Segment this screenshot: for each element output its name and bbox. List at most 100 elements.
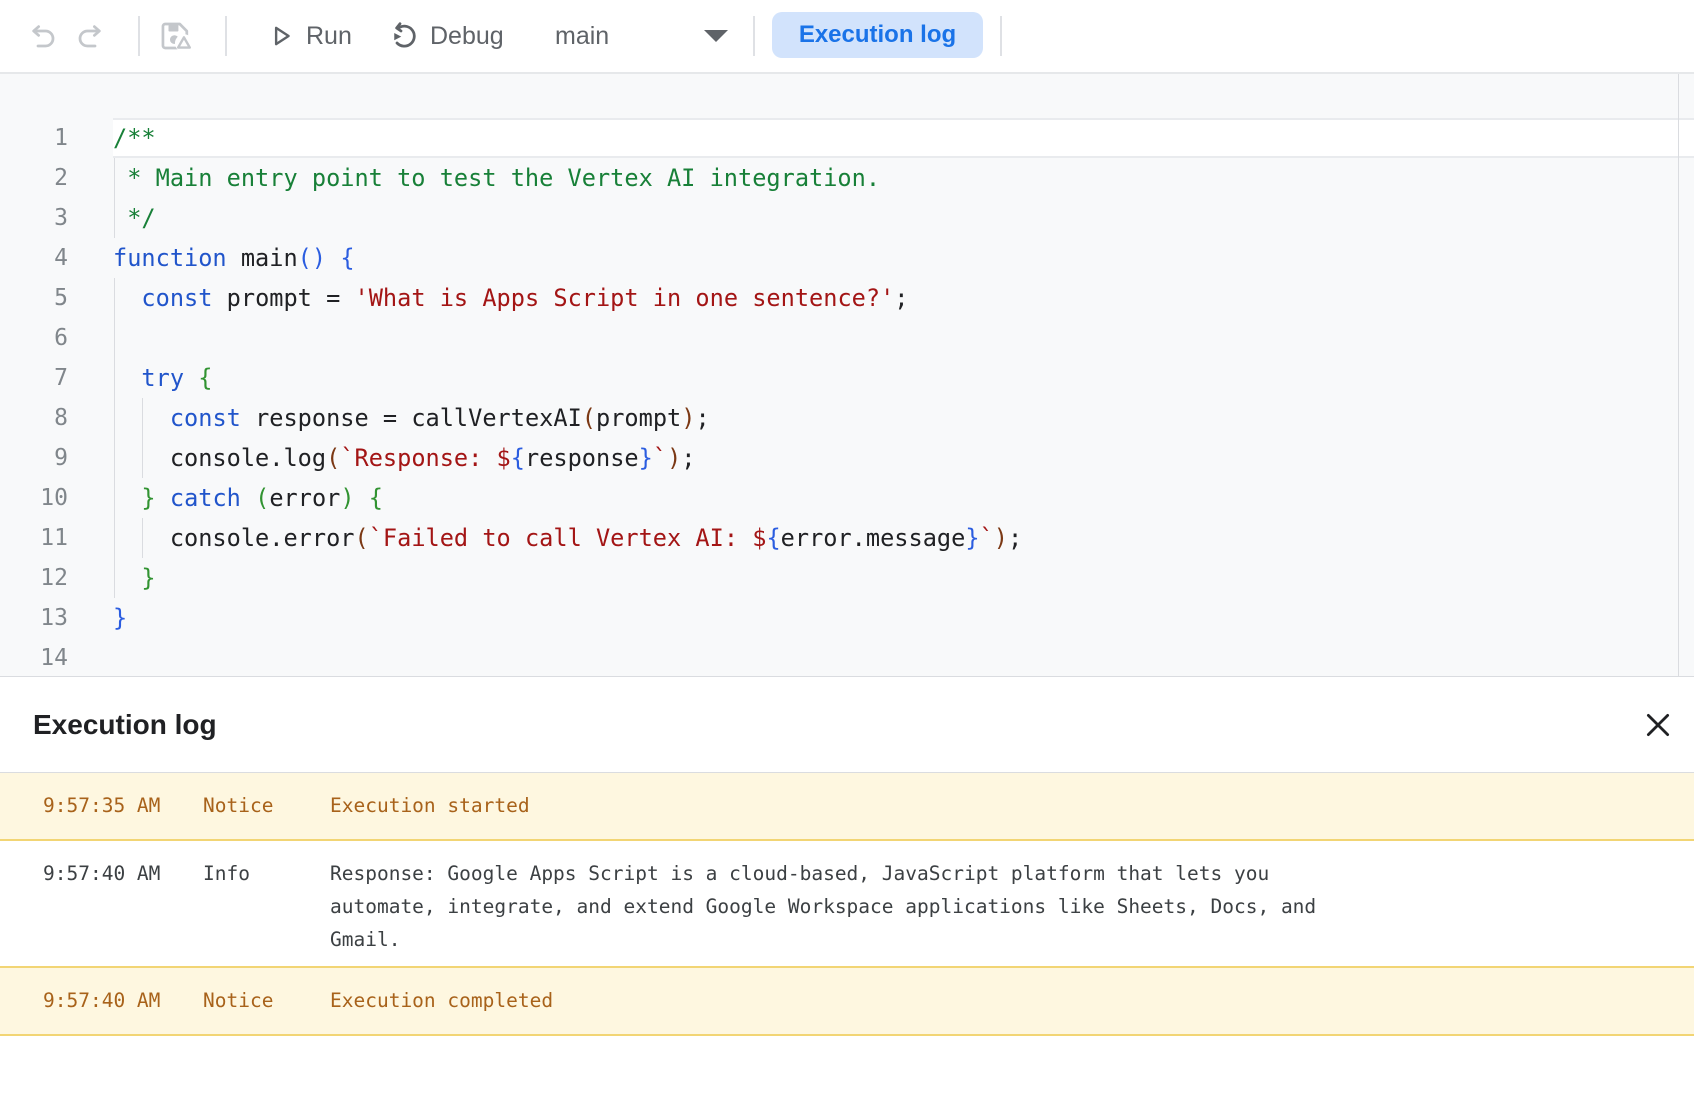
log-message: Execution completed xyxy=(330,988,1340,1014)
indent-guide xyxy=(142,398,143,438)
undo-button[interactable] xyxy=(28,21,58,51)
line-number[interactable]: 4 xyxy=(0,238,113,278)
line-number[interactable]: 1 xyxy=(0,118,113,158)
code-token: } xyxy=(141,564,155,592)
code-line[interactable]: 8 const response = callVertexAI(prompt); xyxy=(0,398,1694,438)
log-row: 9:57:35 AMNoticeExecution started xyxy=(0,773,1694,841)
chevron-down-icon[interactable] xyxy=(703,29,729,43)
run-button[interactable]: Run xyxy=(268,22,352,51)
execution-log-panel: Execution log 9:57:35 AMNoticeExecution … xyxy=(0,676,1694,1098)
code-editor[interactable]: 1/**2 * Main entry point to test the Ver… xyxy=(0,74,1694,676)
code-token: prompt xyxy=(596,404,681,432)
code-token: ( xyxy=(255,484,269,512)
line-number[interactable]: 2 xyxy=(0,158,113,198)
code-token: ; xyxy=(695,404,709,432)
undo-icon xyxy=(28,21,58,51)
code-token: ) xyxy=(340,484,354,512)
code-line-text: const response = callVertexAI(prompt); xyxy=(113,398,1694,438)
code-line[interactable]: 10 } catch (error) { xyxy=(0,478,1694,518)
code-line-text xyxy=(113,318,1694,358)
line-number[interactable]: 11 xyxy=(0,518,113,558)
code-token: ; xyxy=(1008,524,1022,552)
code-line[interactable]: 4function main() { xyxy=(0,238,1694,278)
code-token: ( xyxy=(582,404,596,432)
debug-button[interactable]: Debug xyxy=(388,21,504,51)
function-selector[interactable]: main xyxy=(555,22,609,51)
code-line[interactable]: 7 try { xyxy=(0,358,1694,398)
code-token: prompt = xyxy=(212,284,354,312)
code-line[interactable]: 12 } xyxy=(0,558,1694,598)
code-line-text: } xyxy=(113,598,1694,638)
code-token: `Response: $ xyxy=(340,444,510,472)
code-token: catch xyxy=(170,484,241,512)
code-token xyxy=(326,244,340,272)
save-button[interactable] xyxy=(158,18,194,54)
code-token: } xyxy=(141,484,155,512)
code-token: ` xyxy=(980,524,994,552)
line-number[interactable]: 5 xyxy=(0,278,113,318)
run-icon xyxy=(268,23,294,49)
run-button-label: Run xyxy=(306,22,352,51)
execution-log-header: Execution log xyxy=(0,677,1694,773)
code-line[interactable]: 5 const prompt = 'What is Apps Script in… xyxy=(0,278,1694,318)
code-token xyxy=(113,564,141,592)
code-token: function xyxy=(113,244,227,272)
line-number[interactable]: 9 xyxy=(0,438,113,478)
code-token: ( xyxy=(354,524,368,552)
execution-log-toggle-button[interactable]: Execution log xyxy=(772,12,983,58)
indent-guide xyxy=(114,398,115,438)
code-token: () xyxy=(298,244,326,272)
line-number[interactable]: 7 xyxy=(0,358,113,398)
code-token xyxy=(113,484,141,512)
function-selector-value: main xyxy=(555,22,609,51)
code-line[interactable]: 1/** xyxy=(0,118,1694,158)
line-number[interactable]: 8 xyxy=(0,398,113,438)
indent-guide xyxy=(114,318,115,358)
code-line[interactable]: 9 console.log(`Response: ${response}`); xyxy=(0,438,1694,478)
indent-guide xyxy=(114,158,115,198)
debug-icon xyxy=(388,21,418,51)
code-token: try xyxy=(141,364,184,392)
code-line[interactable]: 3 */ xyxy=(0,198,1694,238)
code-token: error xyxy=(269,484,340,512)
line-number[interactable]: 10 xyxy=(0,478,113,518)
indent-guide xyxy=(142,438,143,478)
execution-log-title: Execution log xyxy=(33,709,217,741)
line-number[interactable]: 3 xyxy=(0,198,113,238)
code-token: */ xyxy=(113,204,156,232)
log-message: Response: Google Apps Script is a cloud-… xyxy=(330,857,1340,956)
code-token: console.log xyxy=(113,444,326,472)
code-line[interactable]: 2 * Main entry point to test the Vertex … xyxy=(0,158,1694,198)
redo-button[interactable] xyxy=(75,21,105,51)
code-token: ) xyxy=(667,444,681,472)
code-line-text: try { xyxy=(113,358,1694,398)
log-row: 9:57:40 AMNoticeExecution completed xyxy=(0,968,1694,1036)
code-token: ; xyxy=(894,284,908,312)
debug-button-label: Debug xyxy=(430,22,504,51)
log-timestamp: 9:57:35 AM xyxy=(43,793,203,819)
code-line[interactable]: 13} xyxy=(0,598,1694,638)
code-line[interactable]: 14 xyxy=(0,638,1694,676)
code-token: { xyxy=(340,244,354,272)
toolbar-divider xyxy=(138,16,140,56)
line-number[interactable]: 13 xyxy=(0,598,113,638)
code-line[interactable]: 6 xyxy=(0,318,1694,358)
indent-guide xyxy=(114,358,115,398)
indent-guide xyxy=(114,198,115,238)
code-token: { xyxy=(766,524,780,552)
toolbar-divider xyxy=(225,16,227,56)
line-number[interactable]: 14 xyxy=(0,638,113,676)
code-token: response = callVertexAI xyxy=(241,404,582,432)
code-token: console.error xyxy=(113,524,354,552)
code-token: * Main entry point to test the Vertex AI… xyxy=(113,164,880,192)
indent-guide xyxy=(114,558,115,598)
line-number[interactable]: 6 xyxy=(0,318,113,358)
indent-guide xyxy=(114,278,115,318)
code-line[interactable]: 11 console.error(`Failed to call Vertex … xyxy=(0,518,1694,558)
toolbar: Run Debug main Execution xyxy=(0,0,1694,74)
code-token: { xyxy=(511,444,525,472)
line-number[interactable]: 12 xyxy=(0,558,113,598)
code-line-text: } catch (error) { xyxy=(113,478,1694,518)
code-token: } xyxy=(113,604,127,632)
close-execution-log-button[interactable] xyxy=(1642,709,1674,741)
